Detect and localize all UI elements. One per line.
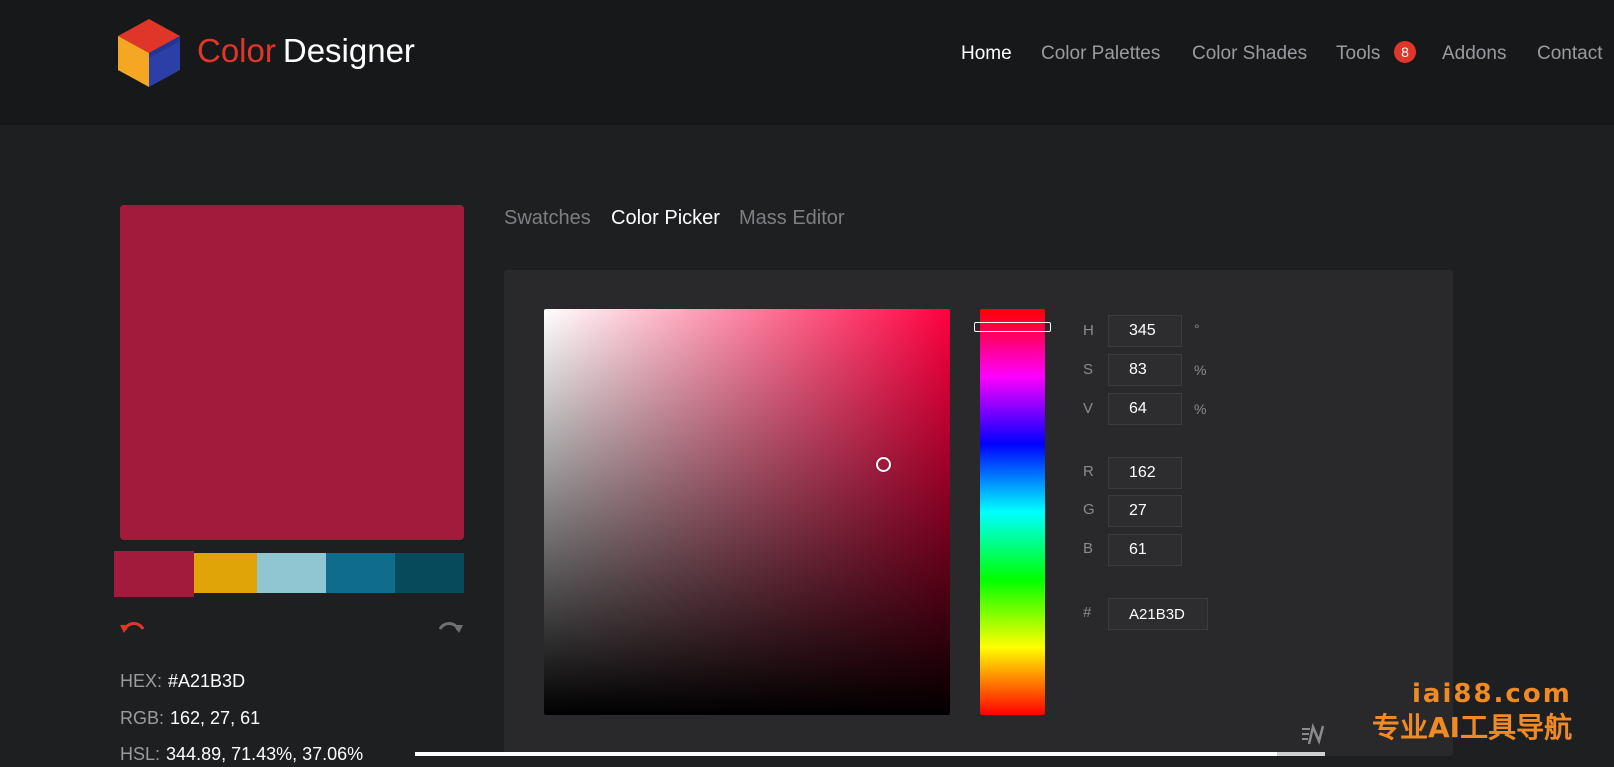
h-field-label: H — [1083, 322, 1094, 339]
rgb-info-value: 162, 27, 61 — [170, 708, 261, 728]
nav-addons[interactable]: Addons — [1442, 40, 1506, 68]
palette-color[interactable] — [114, 551, 194, 597]
palette-color[interactable] — [326, 553, 395, 593]
hex-info-label: HEX: — [120, 671, 163, 691]
hsl-info-value: 344.89, 71.43%, 37.06% — [166, 744, 364, 764]
saturation-value-handle[interactable] — [876, 457, 891, 472]
g-field-label: G — [1083, 501, 1095, 518]
watermark-domain: iai88.com — [1412, 679, 1572, 709]
watermark-tagline: 专业AI工具导航 — [1372, 711, 1573, 744]
degree-unit: ° — [1194, 321, 1200, 337]
value-input[interactable] — [1108, 393, 1182, 425]
rgb-info-label: RGB: — [120, 708, 165, 728]
tab-mass-editor[interactable]: Mass Editor — [739, 205, 845, 231]
hue-slider[interactable] — [980, 309, 1045, 715]
hue-slider-handle[interactable] — [974, 322, 1051, 332]
b-field-label: B — [1083, 540, 1094, 557]
hue-input[interactable] — [1108, 315, 1182, 347]
r-field-label: R — [1083, 463, 1094, 480]
nav-contact[interactable]: Contact — [1537, 40, 1602, 68]
horizontal-scrollbar[interactable] — [415, 752, 1325, 756]
tab-swatches[interactable]: Swatches — [504, 205, 591, 231]
v-field-label: V — [1083, 400, 1094, 417]
nav-tools[interactable]: Tools — [1336, 40, 1380, 68]
scrollbar-thumb[interactable] — [1277, 752, 1325, 756]
redo-icon[interactable] — [436, 616, 464, 638]
nav-color-palettes[interactable]: Color Palettes — [1041, 40, 1160, 68]
current-color-swatch — [120, 205, 464, 540]
palette-strip — [114, 551, 464, 597]
percent-unit: % — [1194, 362, 1207, 378]
logo-wordmark[interactable]: Color Designer — [197, 31, 415, 71]
site-header: Color Designer Home Color Palettes Color … — [0, 0, 1614, 125]
palette-color[interactable] — [194, 553, 257, 593]
hex-field-label: # — [1083, 604, 1092, 621]
nav-home[interactable]: Home — [961, 40, 1012, 68]
saturation-value-area[interactable] — [544, 309, 950, 715]
nav-color-shades[interactable]: Color Shades — [1192, 40, 1307, 68]
percent-unit: % — [1194, 401, 1207, 417]
blue-input[interactable] — [1108, 534, 1182, 566]
s-field-label: S — [1083, 361, 1094, 378]
palette-color[interactable] — [395, 553, 464, 593]
red-input[interactable] — [1108, 457, 1182, 489]
hex-info-value: #A21B3D — [168, 671, 246, 691]
tab-color-picker[interactable]: Color Picker — [611, 205, 720, 231]
undo-icon[interactable] — [119, 616, 147, 638]
hex-info: HEX: #A21B3D — [120, 668, 245, 694]
hsl-info-label: HSL: — [120, 744, 161, 764]
green-input[interactable] — [1108, 495, 1182, 527]
logo-word-designer: Designer — [282, 32, 415, 69]
logo-word-color: Color — [197, 32, 276, 69]
brand-mark-icon — [1302, 723, 1325, 745]
saturation-input[interactable] — [1108, 354, 1182, 386]
tools-count-badge: 8 — [1394, 41, 1416, 63]
cube-icon[interactable] — [118, 19, 180, 87]
rgb-info: RGB: 162, 27, 61 — [120, 705, 260, 731]
hsl-info: HSL: 344.89, 71.43%, 37.06% — [120, 741, 363, 767]
palette-color[interactable] — [257, 553, 326, 593]
hex-input[interactable] — [1108, 598, 1208, 630]
